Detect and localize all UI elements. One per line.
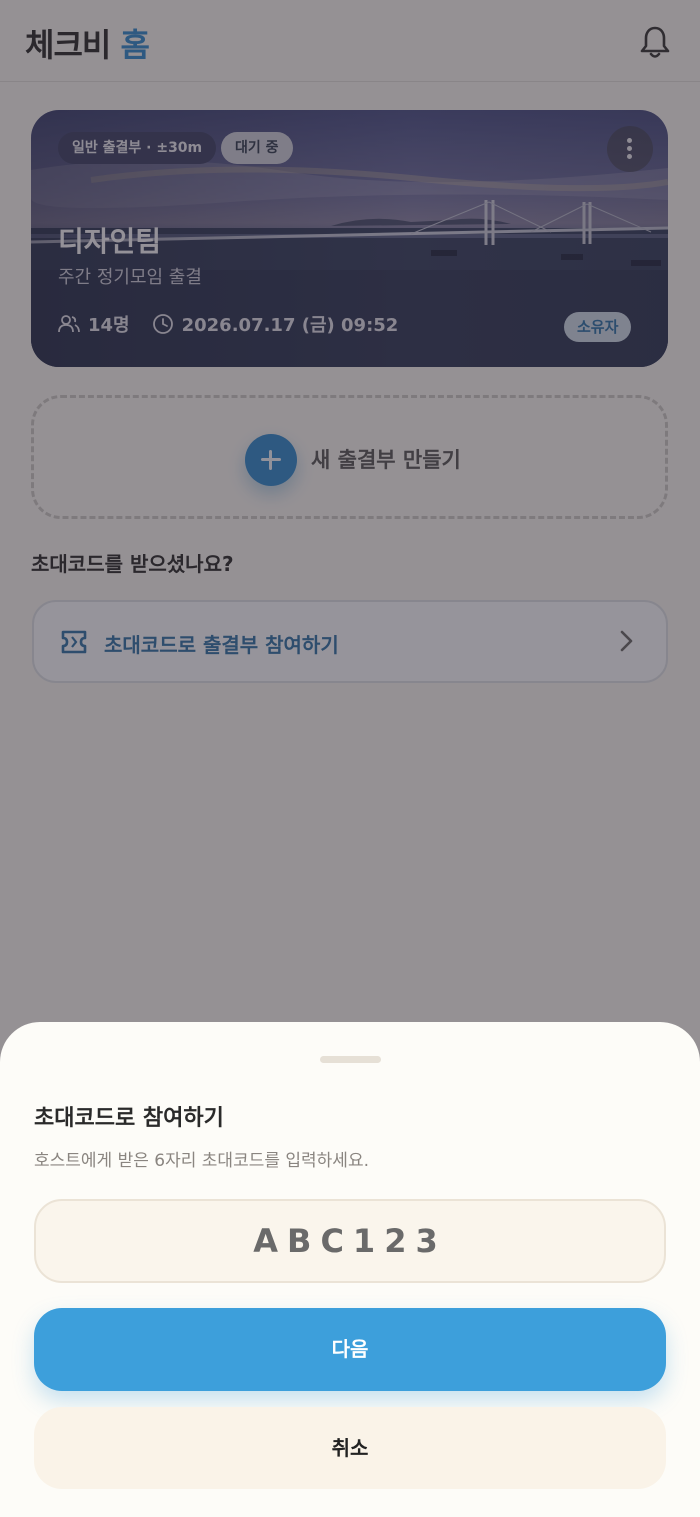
- invite-code-sheet: 초대코드로 참여하기 호스트에게 받은 6자리 초대코드를 입력하세요. 다음 …: [0, 1022, 700, 1517]
- sheet-drag-handle[interactable]: [320, 1056, 381, 1063]
- sheet-description: 호스트에게 받은 6자리 초대코드를 입력하세요.: [34, 1151, 369, 1171]
- next-button[interactable]: 다음: [34, 1308, 666, 1391]
- invite-code-input[interactable]: [34, 1199, 666, 1283]
- sheet-title: 초대코드로 참여하기: [34, 1106, 224, 1131]
- cancel-button[interactable]: 취소: [34, 1407, 666, 1489]
